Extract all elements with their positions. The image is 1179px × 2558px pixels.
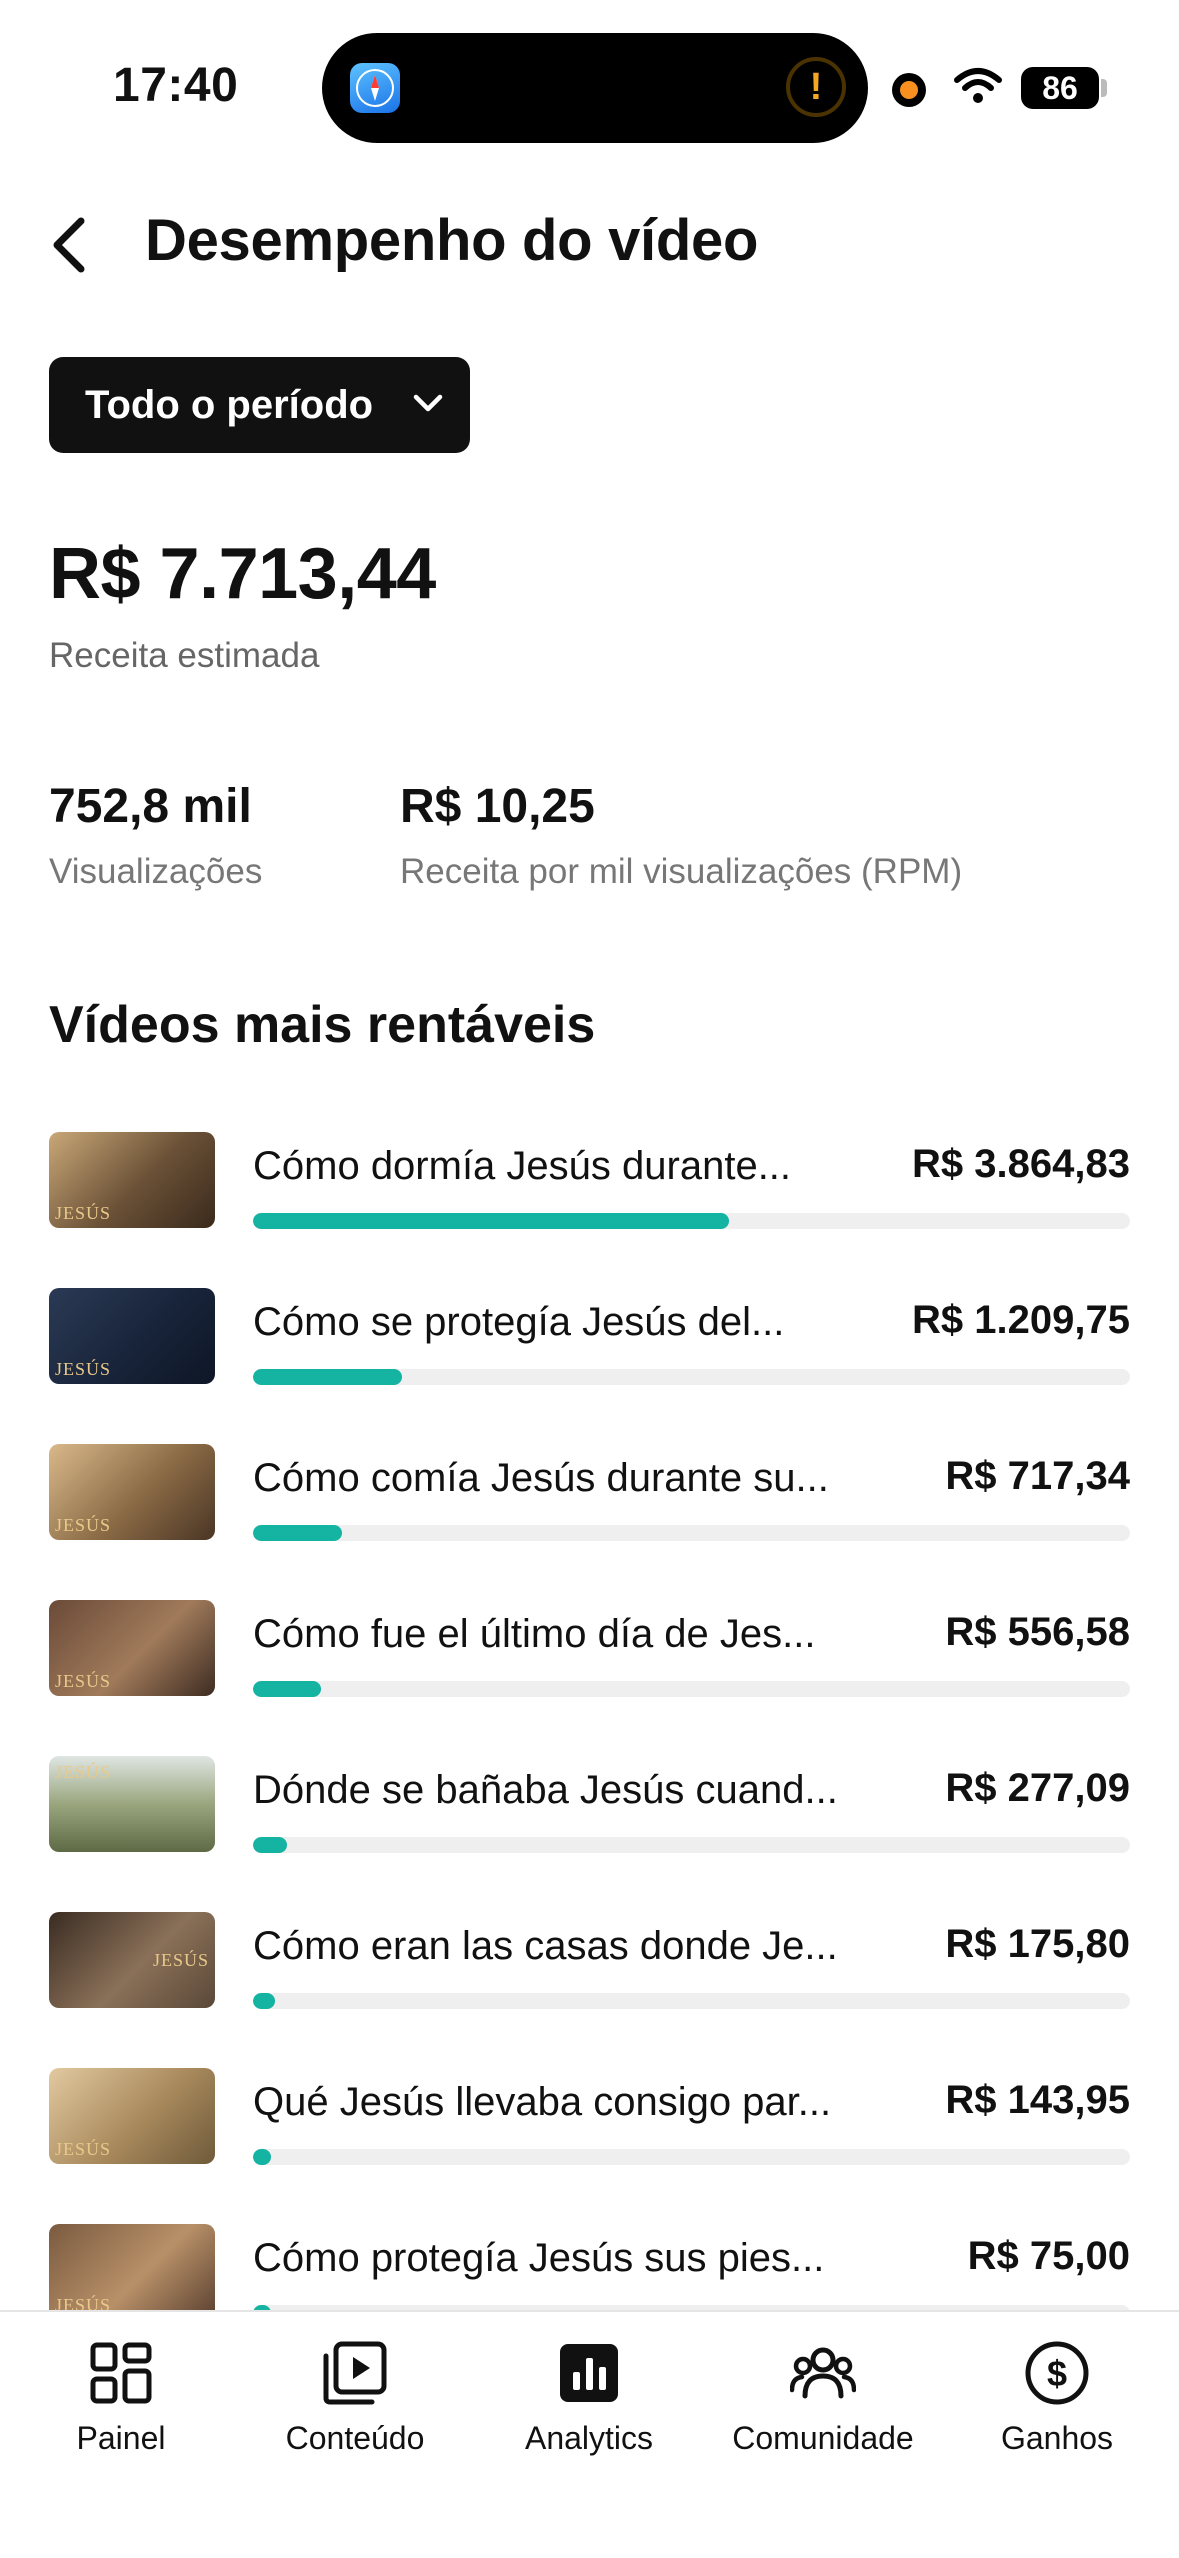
community-icon <box>790 2347 856 2399</box>
revenue-progress-bar <box>253 1525 1130 1541</box>
revenue-progress-fill <box>253 1369 403 1385</box>
nav-item-analytics[interactable]: Analytics <box>472 2330 706 2480</box>
nav-label: Conteúdo <box>285 2420 425 2456</box>
nav-item-conteudo[interactable]: Conteúdo <box>238 2330 472 2480</box>
dollar-icon: $ <box>1025 2341 1089 2405</box>
top-videos-list: JESÚS Cómo dormía Jesús durante... R$ 3.… <box>0 0 1179 2556</box>
video-row[interactable]: JESÚS Cómo eran las casas donde Je... R$… <box>0 1912 1179 2062</box>
video-row[interactable]: JESÚS Cómo dormía Jesús durante... R$ 3.… <box>0 1132 1179 1282</box>
video-title: Cómo eran las casas donde Je... <box>253 1924 838 1968</box>
revenue-progress-bar <box>253 2149 1130 2165</box>
dashboard-icon <box>90 2342 152 2404</box>
video-thumbnail: JESÚS <box>49 2224 215 2320</box>
revenue-progress-fill <box>253 2149 271 2165</box>
nav-label: Analytics <box>524 2420 654 2456</box>
video-thumbnail: JESÚS <box>49 1600 215 1696</box>
video-revenue: R$ 556,58 <box>945 1610 1130 1654</box>
video-title: Cómo protegía Jesús sus pies... <box>253 2236 825 2280</box>
revenue-progress-fill <box>253 1213 730 1229</box>
video-title: Cómo dormía Jesús durante... <box>253 1144 792 1188</box>
nav-item-ganhos[interactable]: $ Ganhos <box>940 2330 1174 2480</box>
revenue-progress-fill <box>253 1993 275 2009</box>
revenue-progress-bar <box>253 1213 1130 1229</box>
video-title: Qué Jesús llevaba consigo par... <box>253 2080 832 2124</box>
revenue-progress-fill <box>253 1837 288 1853</box>
nav-item-painel[interactable]: Painel <box>4 2330 238 2480</box>
bottom-navigation: Painel Conteúdo Analytics Comunidade $ G… <box>0 2310 1179 2558</box>
video-revenue: R$ 277,09 <box>945 1766 1130 1810</box>
analytics-icon <box>560 2344 618 2402</box>
nav-item-comunidade[interactable]: Comunidade <box>706 2330 940 2480</box>
video-revenue: R$ 175,80 <box>945 1922 1130 1966</box>
video-title: Cómo se protegía Jesús del... <box>253 1300 785 1344</box>
revenue-progress-bar <box>253 1993 1130 2009</box>
video-row[interactable]: JESÚS Cómo se protegía Jesús del... R$ 1… <box>0 1288 1179 1438</box>
nav-label: Ganhos <box>1000 2420 1114 2456</box>
video-row[interactable]: JESÚS Qué Jesús llevaba consigo par... R… <box>0 2068 1179 2218</box>
video-row[interactable]: JESÚS Cómo comía Jesús durante su... R$ … <box>0 1444 1179 1594</box>
video-thumbnail: JESÚS <box>49 1912 215 2008</box>
content-play-icon <box>323 2341 387 2405</box>
revenue-progress-fill <box>253 1681 322 1697</box>
video-thumbnail: JESÚS <box>49 2068 215 2164</box>
nav-label: Comunidade <box>732 2420 914 2456</box>
video-thumbnail: JESÚS <box>49 1132 215 1228</box>
video-title: Cómo comía Jesús durante su... <box>253 1456 829 1500</box>
video-revenue: R$ 1.209,75 <box>912 1298 1130 1342</box>
video-thumbnail: JESÚS <box>49 1288 215 1384</box>
video-row[interactable]: JESÚS Cómo fue el último día de Jes... R… <box>0 1600 1179 1750</box>
video-thumbnail: JESÚS <box>49 1756 215 1852</box>
video-revenue: R$ 143,95 <box>945 2078 1130 2122</box>
video-title: Cómo fue el último día de Jes... <box>253 1612 816 1656</box>
nav-label: Painel <box>76 2420 166 2456</box>
video-thumbnail: JESÚS <box>49 1444 215 1540</box>
video-row[interactable]: JESÚS Dónde se bañaba Jesús cuand... R$ … <box>0 1756 1179 1906</box>
video-revenue: R$ 717,34 <box>945 1454 1130 1498</box>
svg-text:$: $ <box>1047 2353 1067 2394</box>
revenue-progress-fill <box>253 1525 342 1541</box>
revenue-progress-bar <box>253 1681 1130 1697</box>
revenue-progress-bar <box>253 1369 1130 1385</box>
video-revenue: R$ 3.864,83 <box>912 1142 1130 1186</box>
revenue-progress-bar <box>253 1837 1130 1853</box>
video-title: Dónde se bañaba Jesús cuand... <box>253 1768 838 1812</box>
video-revenue: R$ 75,00 <box>967 2234 1130 2278</box>
